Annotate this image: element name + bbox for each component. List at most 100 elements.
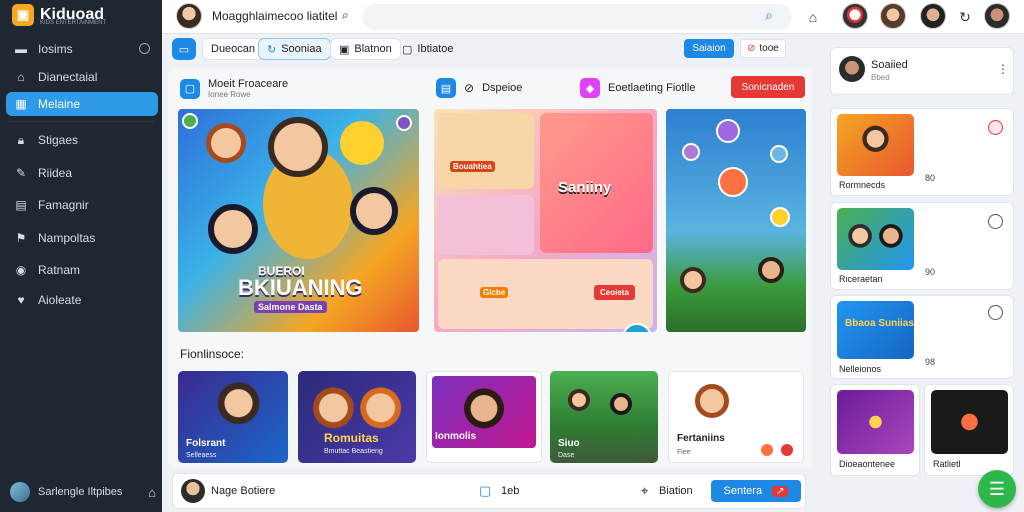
secondary-action-button[interactable]: ⊘ tooe <box>740 39 786 58</box>
collage-tile <box>438 195 534 255</box>
bubble-icon <box>682 143 700 161</box>
section-header: ▢ Moeit Froaceare Ionee Rowe <box>180 78 288 99</box>
grid-view-button[interactable]: ▭ <box>172 38 196 60</box>
search-label: Moagghlaimecoo liatitel <box>212 9 338 23</box>
status-text: Biation <box>659 485 693 497</box>
avatar[interactable] <box>880 3 906 29</box>
hero-card[interactable] <box>666 109 806 332</box>
filter-chip[interactable]: ▣ Blatnon <box>330 38 401 60</box>
search-input[interactable] <box>362 4 792 30</box>
sidebar-item-lock[interactable]: 🔒︎ Stigaes <box>6 128 158 152</box>
profile-card[interactable]: Soaiied Bbed ⋮ <box>830 47 1014 95</box>
more-icon[interactable]: ⋮ <box>997 62 1009 76</box>
right-item-card[interactable]: Ratlietl <box>924 384 1014 476</box>
sidebar-item-label: Famagnir <box>38 198 89 212</box>
recommendations-label: Fionlinsoce: <box>180 347 245 361</box>
item-title: Rormnecds <box>839 180 886 190</box>
card-title: Ionmolis <box>435 431 477 442</box>
recommendation-card[interactable]: Fertaniins Fiee <box>668 371 804 463</box>
search-icon[interactable]: ⌕ <box>342 8 349 23</box>
sidebar-user[interactable]: Sarlengle Iltpibes ⌂ <box>10 482 156 502</box>
heart-icon: ♥ <box>17 293 25 307</box>
hero-collage-card[interactable]: Bouahtiea Saniiny Glcbe Ceoieta <box>434 109 657 332</box>
flag-icon: ⚑ <box>15 231 27 245</box>
right-item-card[interactable]: Bbaoa Suniias Nelleionos 98 <box>830 295 1014 379</box>
save-button[interactable]: Sentera ↗ <box>711 480 801 502</box>
section-header[interactable]: ▤ ⊘ Dspeioe <box>436 78 522 98</box>
sidebar-item-document[interactable]: ▤ Famagnir <box>6 193 158 217</box>
home-icon: ⌂ <box>17 70 25 84</box>
app-tagline: KIDS ENTERTAINMENT <box>40 20 107 26</box>
sidebar-item-label: Stigaes <box>38 133 79 147</box>
sidebar-item-flag[interactable]: ⚑ Nampoltas <box>6 226 158 250</box>
bottom-bar: Nage Botiere ▢ 1eb ⌖ Biation Sentera ↗ <box>172 473 806 509</box>
avatar[interactable] <box>176 3 202 29</box>
filter-chip[interactable]: ▢ Ibtiatoe <box>394 38 462 60</box>
menu-fab-button[interactable]: ☰ <box>978 470 1016 508</box>
recommendation-card[interactable]: Siuo Dase <box>550 371 658 463</box>
avatar[interactable] <box>181 479 205 503</box>
sidebar-item-menu[interactable]: ▬ Iosims <box>6 37 158 61</box>
refresh-icon: ↻ <box>267 43 277 56</box>
badge-icon <box>182 113 198 129</box>
refresh-icon[interactable]: ↻ <box>954 6 976 28</box>
item-thumbnail <box>837 301 914 359</box>
thumbnail-title: Bbaoa Suniias <box>845 318 914 329</box>
collage-tile <box>438 113 534 189</box>
filter-chip[interactable]: ↻ Sooniaa <box>258 38 331 60</box>
avatar[interactable] <box>920 3 946 29</box>
section-title: Moeit Froaceare <box>208 78 289 90</box>
item-meta: 80 <box>925 173 936 183</box>
sidebar-item-pencil[interactable]: ✎ Riidea <box>6 161 158 185</box>
emoji-icon[interactable] <box>988 214 1003 229</box>
badge-icon <box>396 115 412 131</box>
card-subtitle: Fiee <box>677 449 691 456</box>
action-button[interactable]: Sonicnaden <box>731 76 805 98</box>
grid-icon: ▭ <box>178 43 190 56</box>
info-icon[interactable] <box>988 305 1003 320</box>
sidebar: ▣ Kiduoad KIDS ENTERTAINMENT ▬ Iosims ⌂ … <box>0 0 162 512</box>
character-illustration <box>568 389 590 411</box>
avatar[interactable] <box>984 3 1010 29</box>
user-name: Sarlengle Iltpibes <box>38 486 123 498</box>
section-label: Dspeioe <box>482 82 523 94</box>
right-item-card[interactable]: Dioeaontenee <box>830 384 920 476</box>
recommendation-card[interactable]: Folsrant Selleaess <box>178 371 288 463</box>
avatar[interactable] <box>842 3 868 29</box>
comment-icon[interactable]: ▢ <box>479 483 491 499</box>
link-icon: ⊘ <box>464 81 475 95</box>
item-thumbnail <box>837 390 914 454</box>
filter-chip[interactable]: Dueocan <box>202 38 265 60</box>
hero-card[interactable]: BUEROI BKIUANING Salmone Dasta <box>178 109 419 332</box>
character-illustration <box>208 204 258 254</box>
sidebar-item-globe[interactable]: ◉ Ratnam <box>6 258 158 282</box>
recommendation-card[interactable]: Romuitas Bmuttac Beastieng <box>298 371 416 463</box>
item-meta: 90 <box>925 267 936 277</box>
pin-icon[interactable]: ⌖ <box>641 483 648 499</box>
recommendation-card[interactable]: Ionmolis <box>426 371 542 463</box>
lock-icon[interactable] <box>988 120 1003 135</box>
item-thumbnail <box>837 114 914 176</box>
section-subtitle: Ionee Rowe <box>208 90 251 99</box>
filter-row: ▭ Dueocan ↻ Sooniaa ▣ Blatnon ▢ Ibtiatoe… <box>170 38 808 62</box>
item-title: Nelleionos <box>839 364 882 374</box>
search-icon[interactable]: ⌕ <box>765 7 773 24</box>
sidebar-item-active[interactable]: ▦ Melaine <box>6 92 158 116</box>
section-header[interactable]: ◆ Eoetlaeting Fiotlle <box>580 78 695 98</box>
right-item-card[interactable]: Rormnecds 80 <box>830 108 1014 196</box>
sidebar-item-label: Dianectaial <box>38 70 98 84</box>
chip-label: Sooniaa <box>281 43 322 55</box>
sidebar-item-heart[interactable]: ♥ Aioleate <box>6 288 158 312</box>
app-icon: ◆ <box>580 78 600 98</box>
toggle-circle-icon[interactable] <box>139 43 150 54</box>
sidebar-item-home[interactable]: ⌂ Dianectaial <box>6 65 158 89</box>
right-item-card[interactable]: Riceraetan 90 <box>830 202 1014 290</box>
share-icon[interactable] <box>781 444 793 456</box>
character-illustration <box>680 267 706 293</box>
home-icon[interactable]: ⌂ <box>802 6 824 28</box>
item-meta: 98 <box>925 357 936 367</box>
primary-action-button[interactable]: Saiaion <box>684 39 734 58</box>
home-icon[interactable]: ⌂ <box>148 485 156 500</box>
heart-icon[interactable] <box>761 444 773 456</box>
card-subtitle: Selleaess <box>186 452 217 459</box>
